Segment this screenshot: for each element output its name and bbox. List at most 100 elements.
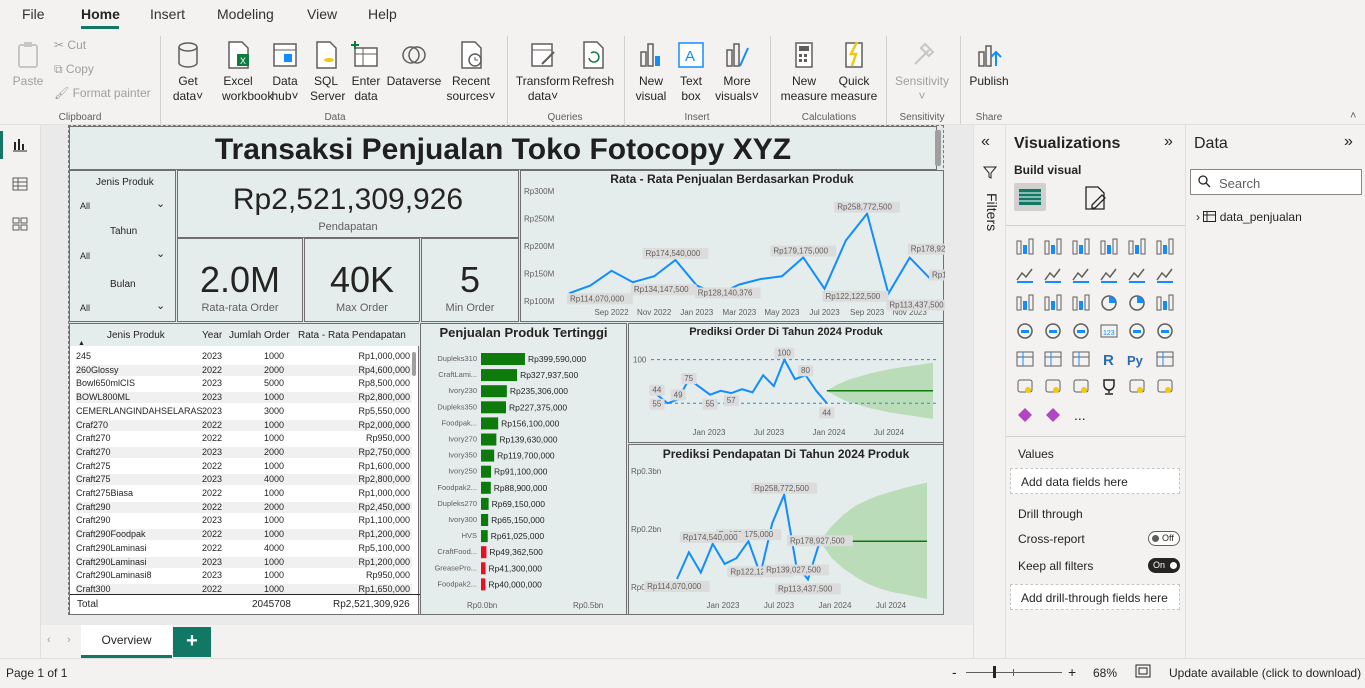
scroll-left-icon[interactable]: ‹ <box>47 634 51 646</box>
menu-view[interactable]: View <box>307 6 337 22</box>
100-column-icon[interactable] <box>1155 237 1175 257</box>
menu-insert[interactable]: Insert <box>150 6 185 22</box>
table-row[interactable]: Craf270 2022 1000 Rp2,000,000 <box>76 419 412 431</box>
table-row[interactable]: Craft290Laminasi8 2023 1000 Rp950,000 <box>76 570 412 581</box>
stacked-area-icon[interactable] <box>1071 265 1091 285</box>
donut-icon[interactable] <box>1127 293 1147 313</box>
waterfall-icon[interactable] <box>1015 293 1035 313</box>
fit-to-page-icon[interactable] <box>1135 664 1151 681</box>
refresh-button[interactable]: Refresh <box>572 40 614 89</box>
slicer-icon[interactable] <box>1015 349 1035 369</box>
menu-help[interactable]: Help <box>368 6 397 22</box>
kpi-max-order-card[interactable]: 40K Max Order <box>304 238 420 322</box>
table-header-jumlah-order[interactable]: Jumlah Order <box>229 330 290 341</box>
paste-button[interactable]: Paste <box>10 40 46 89</box>
new-measure-button[interactable]: New measure <box>780 40 828 104</box>
table-row[interactable]: 260Glossy 2022 2000 Rp4,600,000 <box>76 364 412 376</box>
data-hub-button[interactable]: Data hub˅ <box>268 40 302 104</box>
power-apps-icon[interactable] <box>1155 377 1175 397</box>
chevron-down-icon[interactable]: ⌄ <box>156 247 165 260</box>
python-visual-icon[interactable]: Py <box>1127 349 1147 369</box>
sensitivity-button[interactable]: Sensitivity ˅ <box>893 40 951 104</box>
table-row[interactable]: Craft290Laminasi 2022 4000 Rp5,100,000 <box>76 543 412 554</box>
table-row[interactable]: Craft290Foodpak 2022 1000 Rp1,200,000 <box>76 529 412 541</box>
pie-chart-icon[interactable] <box>1099 293 1119 313</box>
table-scrollbar[interactable] <box>412 352 416 376</box>
collapse-ribbon-icon[interactable]: ˄ <box>1350 110 1356 122</box>
dataverse-button[interactable]: Dataverse <box>386 40 442 89</box>
stacked-bar-icon[interactable] <box>1015 237 1035 257</box>
filters-pane-collapsed[interactable]: « Filters <box>973 125 1005 658</box>
clustered-bar-icon[interactable] <box>1071 237 1091 257</box>
report-view-icon[interactable] <box>12 136 28 157</box>
table-row[interactable]: Craft290 2023 1000 Rp1,100,000 <box>76 515 412 526</box>
transform-data-button[interactable]: Transform data˅ <box>515 40 571 104</box>
decomposition-tree-icon[interactable] <box>1015 377 1035 397</box>
table-row[interactable]: Craft275Biasa 2022 1000 Rp1,000,000 <box>76 488 412 499</box>
recent-sources-button[interactable]: Recent sources˅ <box>446 40 496 104</box>
get-data-button[interactable]: Get data˅ <box>168 40 208 104</box>
enter-data-button[interactable]: Enter data <box>350 40 382 104</box>
model-view-icon[interactable] <box>12 216 28 237</box>
table-header-rata-pendapatan[interactable]: Rata - Rata Pendapatan <box>298 330 406 341</box>
copy-button[interactable]: ⧉ Copy <box>54 62 94 77</box>
more-visuals-ellipsis[interactable]: ... <box>1074 407 1086 423</box>
keep-all-filters-toggle[interactable]: On <box>1148 558 1180 573</box>
scatter-icon[interactable] <box>1071 293 1091 313</box>
filters-label[interactable]: Filters <box>984 193 1000 243</box>
stacked-column-icon[interactable] <box>1043 237 1063 257</box>
zoom-out-button[interactable]: - <box>952 664 957 680</box>
sql-server-button[interactable]: SQL Server <box>310 40 345 104</box>
table-row[interactable]: Craft275 2023 4000 Rp2,800,000 <box>76 474 412 486</box>
menu-file[interactable]: File <box>22 6 45 22</box>
table-icon[interactable] <box>1043 349 1063 369</box>
map-icon[interactable] <box>1015 321 1035 341</box>
table-row[interactable]: Craft270 2022 1000 Rp950,000 <box>76 433 412 444</box>
table-row[interactable]: Bowl650mlCIS 2023 5000 Rp8,500,000 <box>76 378 412 389</box>
update-available-link[interactable]: Update available (click to download) <box>1169 666 1361 680</box>
qa-icon[interactable] <box>1043 377 1063 397</box>
chevron-down-icon[interactable]: ⌄ <box>156 299 165 312</box>
trophy-icon[interactable] <box>1099 377 1119 397</box>
zoom-level[interactable]: 68% <box>1093 666 1117 680</box>
ribbon-chart-icon[interactable] <box>1155 265 1175 285</box>
line-clustered-icon[interactable] <box>1127 265 1147 285</box>
zoom-slider-track[interactable] <box>966 672 1062 673</box>
table-view-icon[interactable] <box>12 176 28 197</box>
format-painter-button[interactable]: 🖌 Format painter <box>54 86 151 100</box>
report-title-box[interactable]: Transaksi Penjualan Toko Fotocopy XYZ <box>69 126 937 170</box>
key-influencers-icon[interactable] <box>1155 349 1175 369</box>
table-data-penjualan[interactable]: › data_penjualan <box>1196 210 1302 225</box>
slicer-jenis-produk-value[interactable]: All <box>80 201 90 211</box>
chart-prediksi-pendapatan[interactable]: Prediksi Pendapatan Di Tahun 2024 Produk… <box>628 444 944 615</box>
kpi-icon[interactable] <box>1155 321 1175 341</box>
kpi-rata-rata-order-card[interactable]: 2.0M Rata-rata Order <box>177 238 303 322</box>
menu-modeling[interactable]: Modeling <box>217 6 274 22</box>
power-automate-icon[interactable] <box>1015 405 1035 425</box>
chevron-down-icon[interactable]: ⌄ <box>156 197 165 210</box>
chart-penjualan-produk-tertinggi[interactable]: Penjualan Produk Tertinggi Dupleks310 Rp3… <box>420 323 627 615</box>
build-visual-tab[interactable] <box>1014 183 1046 211</box>
collapse-data-icon[interactable]: » <box>1344 133 1353 151</box>
new-visual-button[interactable]: New visual <box>634 40 668 104</box>
chart-prediksi-order[interactable]: Prediksi Order Di Tahun 2024 Produk 100 1… <box>628 323 944 443</box>
metrics-icon[interactable] <box>1043 405 1063 425</box>
clustered-column-icon[interactable] <box>1099 237 1119 257</box>
quick-measure-button[interactable]: Quick measure <box>830 40 878 104</box>
multirow-card-icon[interactable] <box>1127 321 1147 341</box>
text-box-button[interactable]: A Text box <box>676 40 706 104</box>
line-chart-icon[interactable] <box>1015 265 1035 285</box>
more-visuals-button[interactable]: More visuals˅ <box>714 40 760 104</box>
collapse-visualizations-icon[interactable]: » <box>1164 133 1173 151</box>
table-row[interactable]: Craft290Laminasi 2023 1000 Rp1,200,000 <box>76 556 412 568</box>
table-row[interactable]: CEMERLANGINDAHSELARAS 2023 3000 Rp5,550,000 <box>76 406 412 417</box>
table-row[interactable]: Craft270 2023 2000 Rp2,750,000 <box>76 446 412 458</box>
cut-button[interactable]: ✂ Cut <box>54 38 86 52</box>
gauge-icon[interactable] <box>1071 321 1091 341</box>
scroll-right-icon[interactable]: › <box>67 634 71 646</box>
table-header-jenis-produk[interactable]: Jenis Produk <box>107 330 165 341</box>
zoom-slider-thumb[interactable] <box>993 666 996 678</box>
funnel-icon[interactable] <box>1043 293 1063 313</box>
filled-map-icon[interactable] <box>1043 321 1063 341</box>
paginated-report-icon[interactable] <box>1071 377 1091 397</box>
